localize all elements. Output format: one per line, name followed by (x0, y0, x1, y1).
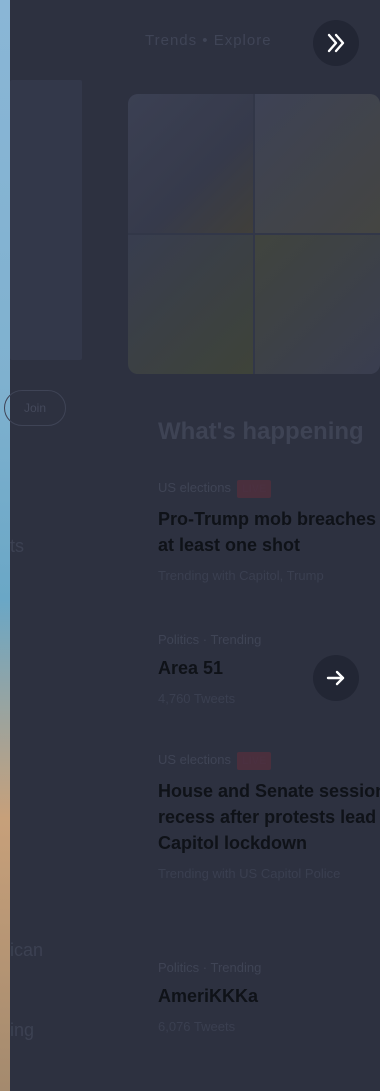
trend-sub: Trending with US Capitol Police (158, 866, 341, 881)
double-chevron-right-icon (323, 30, 349, 56)
trend-meta: Politics · Trending (158, 960, 262, 975)
trend-meta: Politics · Trending (158, 632, 262, 647)
ghost-text-3: ing (10, 1020, 35, 1040)
ghost-text-1: ts (10, 536, 25, 556)
trend-meta: US elections LIVE (158, 480, 380, 498)
next-button[interactable] (313, 655, 359, 701)
trend-meta: US elections LIVE (158, 752, 380, 770)
collage-image-3 (128, 235, 253, 374)
trend-headline: Pro-Trump mob breaches at least one shot (158, 509, 377, 555)
trend-sub: Trending with Capitol, Trump (158, 568, 324, 583)
image-collage[interactable] (128, 94, 380, 374)
collage-image-1 (128, 94, 253, 233)
live-badge: LIVE (236, 752, 272, 770)
top-nav: Trends • Explore (145, 32, 272, 49)
collage-image-2 (255, 94, 380, 233)
dimmed-page: Join ts ican ing Trends • Explore What's… (4, 0, 380, 1091)
trend-sub: 6,076 Tweets (158, 1019, 236, 1034)
section-title: What's happening (158, 418, 364, 445)
ghost-text-2: ican (10, 940, 44, 960)
background-image-strip (0, 0, 10, 1091)
trend-item[interactable]: Politics · Trending AmeriKKKa 6,076 Twee… (158, 960, 380, 1034)
arrow-right-icon (324, 666, 348, 690)
trend-item[interactable]: US elections LIVE House and Senate sessio… (158, 752, 380, 881)
collage-image-4 (255, 235, 380, 374)
trend-headline: AmeriKKKa (158, 986, 259, 1006)
collapse-button[interactable] (313, 20, 359, 66)
live-badge: LIVE (236, 480, 272, 498)
join-pill[interactable]: Join (4, 390, 66, 426)
left-media-panel (10, 80, 82, 360)
trend-item[interactable]: US elections LIVE Pro-Trump mob breaches … (158, 480, 380, 583)
trend-headline: House and Senate session recess after pr… (158, 781, 380, 853)
